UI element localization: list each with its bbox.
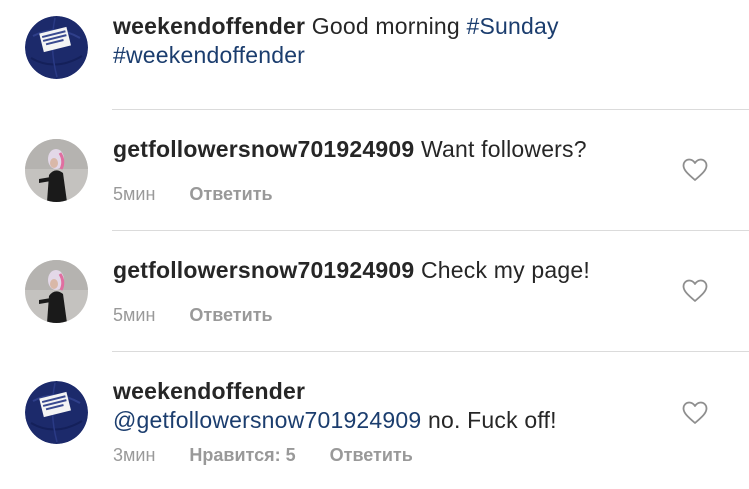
comments-panel: weekendoffender Good morning #Sunday #we… [0, 0, 749, 489]
comment-row: weekendoffender @getfollowersnow70192490… [0, 352, 749, 489]
comment-time: 5мин [113, 184, 156, 204]
heart-outline-icon[interactable] [682, 158, 708, 182]
likes-count-button[interactable]: Нравится: 5 [189, 445, 295, 466]
caption-body: Good morning [311, 13, 460, 39]
comment-meta: 3мин Нравится: 5 Ответить [113, 445, 413, 466]
avatar-getfollowers[interactable] [25, 139, 88, 202]
heart-outline-icon[interactable] [682, 401, 708, 425]
comment-text: weekendoffender @getfollowersnow70192490… [113, 377, 659, 435]
comment-body: Check my page! [420, 257, 590, 283]
comment-meta: 5мин Ответить [113, 305, 273, 326]
person-avatar-icon [25, 260, 88, 323]
comment-username[interactable]: weekendoffender [113, 378, 305, 404]
reply-button[interactable]: Ответить [189, 184, 272, 205]
reply-button[interactable]: Ответить [330, 445, 413, 466]
mention-link[interactable]: @getfollowersnow701924909 [113, 407, 421, 433]
ball-avatar-icon [25, 381, 88, 444]
comment-row: getfollowersnow701924909 Check my page! … [0, 231, 749, 352]
comment-body: no. Fuck off! [428, 407, 557, 433]
hashtag-link[interactable]: #Sunday [467, 13, 559, 39]
caption-text: weekendoffender Good morning #Sunday #we… [113, 12, 659, 70]
comment-row: getfollowersnow701924909 Want followers?… [0, 110, 749, 231]
comment-time: 3мин [113, 445, 156, 465]
avatar-weekendoffender[interactable] [25, 381, 88, 444]
comment-username[interactable]: getfollowersnow701924909 [113, 136, 414, 162]
avatar-getfollowers[interactable] [25, 260, 88, 323]
comment-meta: 5мин Ответить [113, 184, 273, 205]
ball-avatar-icon [25, 16, 88, 79]
caption-row: weekendoffender Good morning #Sunday #we… [0, 0, 749, 110]
comment-text: getfollowersnow701924909 Check my page! [113, 256, 659, 285]
comment-time: 5мин [113, 305, 156, 325]
comment-username[interactable]: getfollowersnow701924909 [113, 257, 414, 283]
heart-outline-icon[interactable] [682, 279, 708, 303]
comment-text: getfollowersnow701924909 Want followers? [113, 135, 659, 164]
avatar-weekendoffender[interactable] [25, 16, 88, 79]
hashtag-link[interactable]: #weekendoffender [113, 42, 305, 68]
caption-username[interactable]: weekendoffender [113, 13, 305, 39]
person-avatar-icon [25, 139, 88, 202]
reply-button[interactable]: Ответить [189, 305, 272, 326]
comment-body: Want followers? [420, 136, 587, 162]
